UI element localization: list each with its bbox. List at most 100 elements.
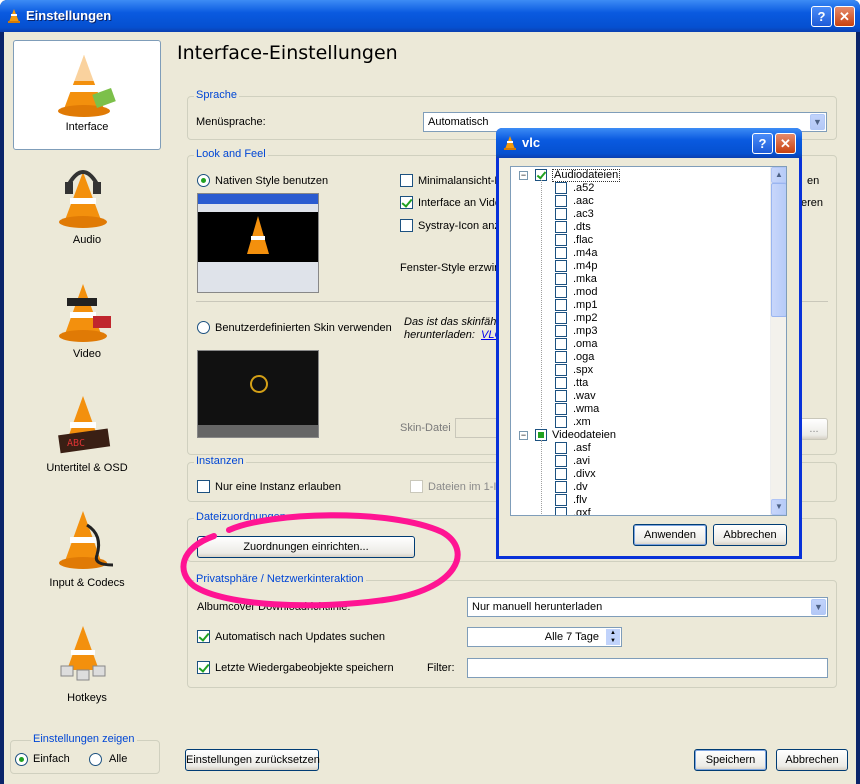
- extension-checkbox[interactable]: [555, 403, 567, 415]
- extension-checkbox[interactable]: [555, 247, 567, 259]
- dialog-client: ▲ ▼ − Audiodateien .a52 .aac .ac3 .dts .flac .m…: [499, 158, 799, 556]
- tree-scrollbar[interactable]: ▲ ▼: [770, 167, 786, 515]
- extension-checkbox[interactable]: [555, 208, 567, 220]
- sidebar-item-subtitles[interactable]: ABC Untertitel & OSD: [13, 380, 161, 490]
- collapse-toggle-icon[interactable]: −: [519, 171, 528, 180]
- album-policy-label: Albumcover Downloadrichtlinie:: [197, 601, 351, 613]
- resize-interface-checkbox[interactable]: [400, 196, 413, 209]
- help-button[interactable]: ?: [811, 6, 832, 27]
- extension-checkbox[interactable]: [555, 364, 567, 376]
- group-label[interactable]: Videodateien: [552, 429, 616, 442]
- all-label: Alle: [109, 753, 128, 765]
- extension-checkbox[interactable]: [555, 286, 567, 298]
- extension-label: .flac: [573, 234, 594, 246]
- vlc-cone-icon: [504, 136, 516, 150]
- extension-label: .divx: [573, 468, 596, 480]
- dialog-cancel-button[interactable]: Abbrechen: [713, 524, 787, 546]
- extension-label: .mka: [573, 273, 597, 285]
- auto-updates-checkbox[interactable]: [197, 630, 210, 643]
- minimal-view-label-tail: en: [807, 175, 820, 187]
- filter-label: Filter:: [427, 662, 455, 674]
- dialog-help-button[interactable]: ?: [752, 133, 773, 154]
- extension-checkbox[interactable]: [555, 507, 567, 515]
- group-label[interactable]: Audiodateien: [552, 169, 621, 182]
- sidebar-item-label: Input & Codecs: [49, 577, 125, 589]
- extension-checkbox[interactable]: [555, 481, 567, 493]
- spin-up-icon[interactable]: ▲: [606, 629, 620, 637]
- update-interval-spinbox[interactable]: Alle 7 Tage ▲ ▼: [467, 627, 622, 647]
- skin-browse-button[interactable]: ...: [800, 418, 828, 440]
- menu-language-label: Menüsprache:: [196, 116, 266, 128]
- extension-checkbox[interactable]: [555, 195, 567, 207]
- scroll-up-icon[interactable]: ▲: [771, 167, 786, 183]
- scroll-down-icon[interactable]: ▼: [771, 499, 786, 515]
- spin-down-icon[interactable]: ▼: [606, 637, 620, 645]
- file-type-tree[interactable]: ▲ ▼ − Audiodateien .a52 .aac .ac3 .dts .flac .m…: [510, 166, 787, 516]
- title-bar[interactable]: Einstellungen ? ✕: [0, 0, 860, 32]
- extension-checkbox[interactable]: [555, 377, 567, 389]
- vlc-cone-headphones-icon: [59, 170, 107, 228]
- extension-label: .m4a: [573, 247, 598, 259]
- extension-label: .mp1: [573, 299, 598, 311]
- spinbox-value: Alle 7 Tage: [544, 631, 599, 643]
- vlc-cone-interface-icon: [58, 55, 116, 117]
- native-style-radio[interactable]: [197, 174, 210, 187]
- single-instance-checkbox[interactable]: [197, 480, 210, 493]
- extension-label: .wav: [573, 390, 596, 402]
- extension-checkbox[interactable]: [555, 442, 567, 454]
- extension-checkbox[interactable]: [555, 351, 567, 363]
- save-button[interactable]: Speichern: [694, 749, 767, 771]
- enqueue-checkbox[interactable]: [410, 480, 423, 493]
- sidebar-item-interface[interactable]: Interface: [13, 40, 161, 150]
- close-button[interactable]: ✕: [834, 6, 855, 27]
- systray-checkbox[interactable]: [400, 219, 413, 232]
- svg-text:ABC: ABC: [67, 438, 85, 449]
- sidebar-item-input-codecs[interactable]: Input & Codecs: [13, 495, 161, 605]
- show-settings-group: Einstellungen zeigen Einfach Alle: [10, 733, 160, 774]
- select-value: Nur manuell herunterladen: [472, 601, 603, 613]
- filter-input[interactable]: [467, 658, 828, 678]
- extension-checkbox[interactable]: [555, 416, 567, 428]
- extension-checkbox[interactable]: [555, 494, 567, 506]
- native-style-preview: [197, 193, 319, 293]
- custom-skin-radio[interactable]: [197, 321, 210, 334]
- extension-checkbox[interactable]: [555, 182, 567, 194]
- sidebar-item-hotkeys[interactable]: Hotkeys: [13, 610, 161, 720]
- extension-checkbox[interactable]: [555, 273, 567, 285]
- collapse-toggle-icon[interactable]: −: [519, 431, 528, 440]
- vlc-cone-icon: [8, 9, 20, 23]
- dialog-close-button[interactable]: ✕: [775, 133, 796, 154]
- sidebar-item-video[interactable]: Video: [13, 266, 161, 376]
- extension-checkbox[interactable]: [555, 455, 567, 467]
- extension-checkbox[interactable]: [555, 325, 567, 337]
- cancel-button[interactable]: Abbrechen: [776, 749, 848, 771]
- setup-associations-button[interactable]: Zuordnungen einrichten...: [197, 536, 415, 558]
- minimal-view-checkbox[interactable]: [400, 174, 413, 187]
- extension-checkbox[interactable]: [555, 260, 567, 272]
- sidebar-item-label: Untertitel & OSD: [46, 462, 128, 474]
- extension-checkbox[interactable]: [555, 312, 567, 324]
- tree-guide-line: [541, 180, 542, 427]
- skin-hint-2: herunterladen:: [404, 329, 475, 341]
- extension-checkbox[interactable]: [555, 468, 567, 480]
- all-radio[interactable]: [89, 753, 102, 766]
- sidebar-item-label: Hotkeys: [67, 692, 107, 704]
- sidebar-item-audio[interactable]: Audio: [13, 152, 161, 262]
- reset-settings-button[interactable]: Einstellungen zurücksetzen: [185, 749, 320, 771]
- apply-button[interactable]: Anwenden: [633, 524, 707, 546]
- vlc-cone-subtitle-icon: ABC: [58, 396, 111, 454]
- extension-checkbox[interactable]: [555, 221, 567, 233]
- page-title: Interface-Einstellungen: [177, 42, 398, 64]
- custom-skin-label: Benutzerdefinierten Skin verwenden: [215, 322, 392, 334]
- extension-checkbox[interactable]: [555, 390, 567, 402]
- album-policy-select[interactable]: Nur manuell herunterladen ▼: [467, 597, 828, 617]
- extension-checkbox[interactable]: [555, 338, 567, 350]
- extension-checkbox[interactable]: [555, 299, 567, 311]
- native-style-label: Nativen Style benutzen: [215, 175, 329, 187]
- scroll-thumb[interactable]: [771, 183, 786, 317]
- simple-radio[interactable]: [15, 753, 28, 766]
- dialog-title-bar[interactable]: vlc ? ✕: [496, 128, 802, 158]
- extension-checkbox[interactable]: [555, 234, 567, 246]
- save-recent-checkbox[interactable]: [197, 661, 210, 674]
- extension-label: .spx: [573, 364, 594, 376]
